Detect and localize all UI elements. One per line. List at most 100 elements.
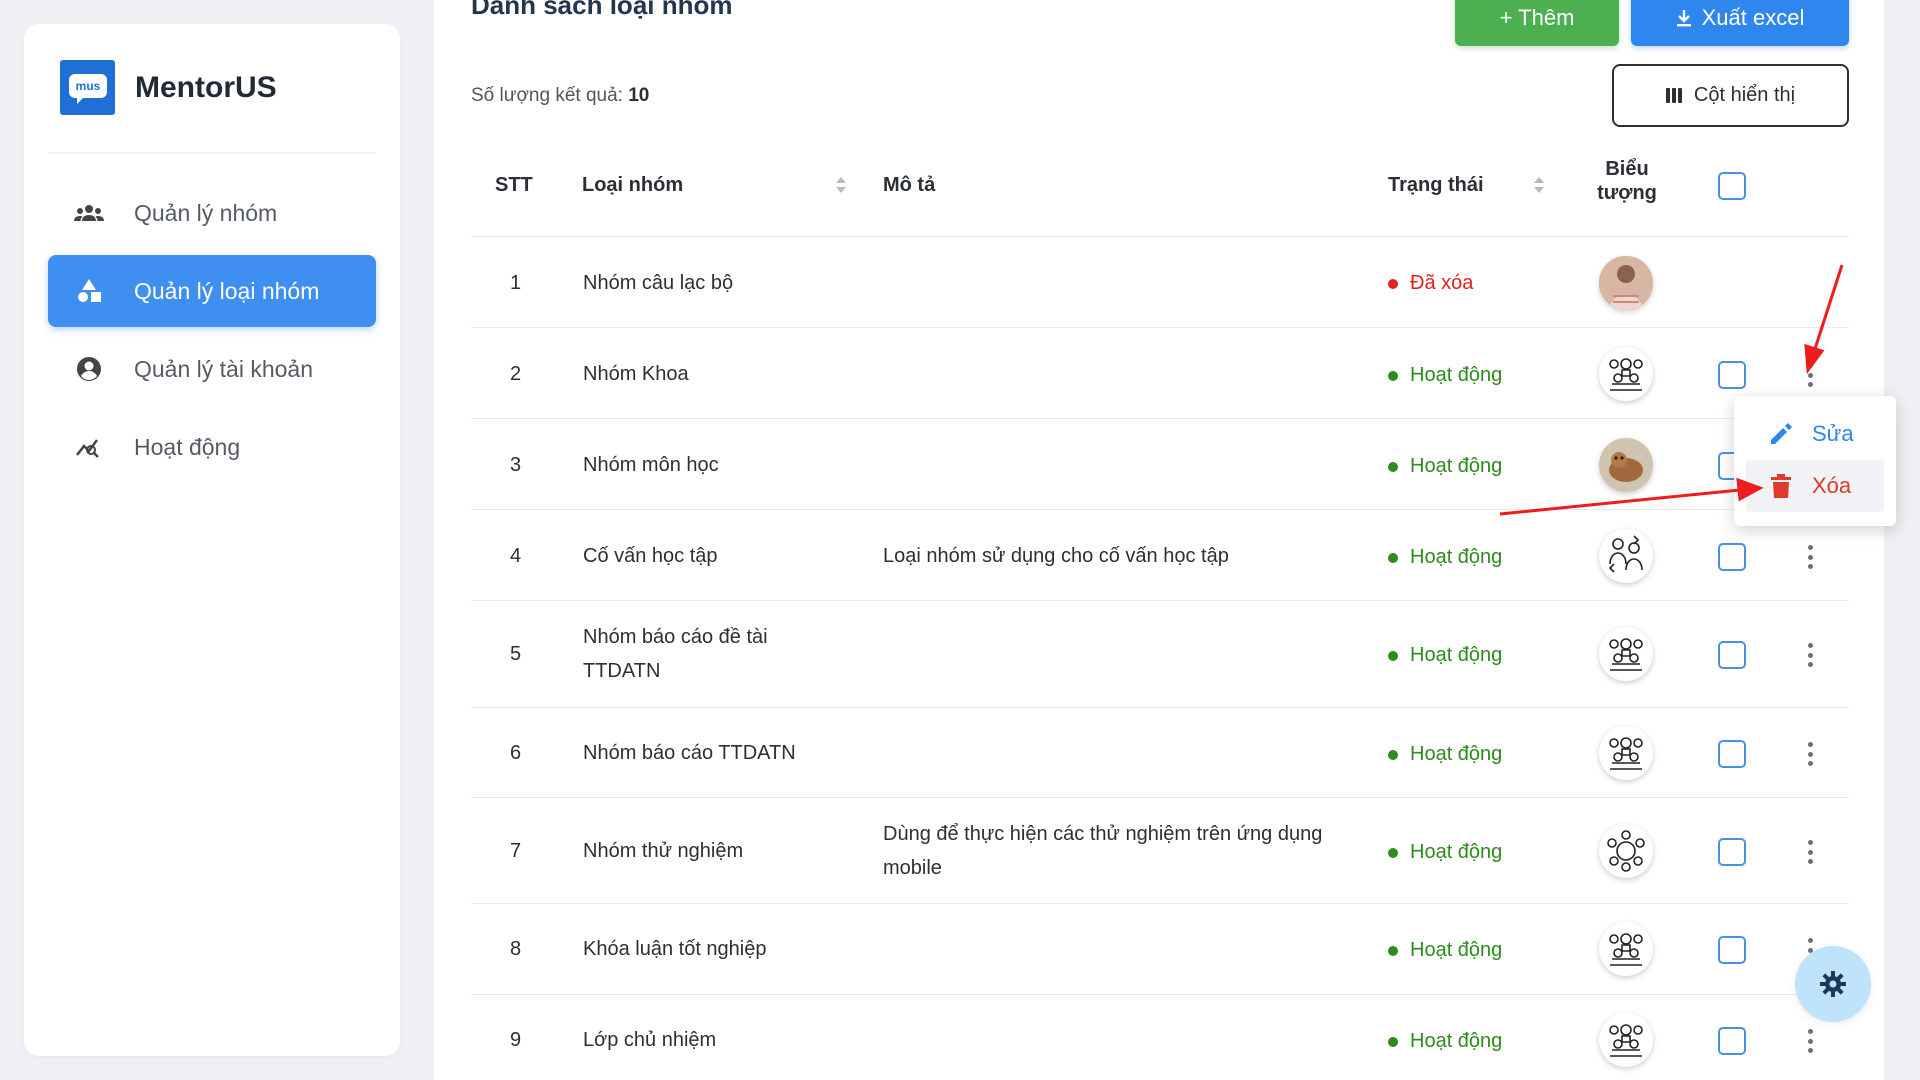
divider	[471, 509, 1849, 510]
divider	[471, 327, 1849, 328]
column-header-icon-line2: tượng	[1597, 182, 1657, 204]
status-text: Đã xóa	[1410, 272, 1474, 294]
mentorus-logo-icon: mus	[60, 60, 115, 115]
row-stt: 4	[510, 545, 522, 567]
edit-menu-item[interactable]: Sửa	[1746, 408, 1884, 460]
trash-icon	[1766, 471, 1796, 501]
column-header-icon-line1: Biểu	[1605, 158, 1649, 180]
sidebar-item-label: Hoạt động	[134, 433, 241, 460]
status-badge: Hoạt động	[1388, 455, 1502, 478]
row-description: Loại nhóm sử dụng cho cố vấn học tập	[883, 545, 1229, 567]
sidebar-item-label: Quản lý nhóm	[134, 199, 278, 226]
photo-avatar-icon	[1599, 438, 1653, 492]
photo-avatar-icon	[1599, 256, 1653, 310]
column-header-type[interactable]: Loại nhóm	[582, 174, 683, 197]
category-icon	[72, 274, 106, 308]
sort-icon[interactable]	[836, 176, 846, 194]
sidebar-item-account-management[interactable]: Quản lý tài khoản	[48, 333, 376, 405]
divider	[471, 797, 1849, 798]
column-header-icon: Biểu tượng	[1594, 157, 1660, 205]
column-header-status[interactable]: Trạng thái	[1388, 174, 1484, 197]
settings-fab-button[interactable]	[1795, 946, 1871, 1022]
column-header-stt: STT	[495, 174, 533, 196]
group-people-icon	[1599, 922, 1653, 976]
row-stt: 8	[510, 938, 522, 960]
status-text: Hoạt động	[1410, 455, 1503, 477]
export-label: Xuất excel	[1701, 5, 1805, 30]
more-vert-icon[interactable]	[1807, 545, 1813, 569]
divider	[471, 418, 1849, 419]
page-title: Danh sách loại nhóm	[471, 0, 733, 20]
select-all-checkbox[interactable]	[1718, 172, 1746, 200]
more-vert-icon[interactable]	[1807, 643, 1813, 667]
row-action-menu: Sửa Xóa	[1734, 396, 1896, 526]
row-type: Lớp chủ nhiệm	[583, 1029, 717, 1051]
team-circle-icon	[1599, 824, 1653, 878]
row-checkbox[interactable]	[1718, 838, 1746, 866]
status-text: Hoạt động	[1410, 1030, 1503, 1052]
gear-icon	[1819, 970, 1847, 998]
row-checkbox[interactable]	[1718, 936, 1746, 964]
more-vert-icon[interactable]	[1807, 1029, 1813, 1053]
divider	[471, 994, 1849, 995]
delete-label: Xóa	[1812, 473, 1852, 498]
row-checkbox[interactable]	[1718, 641, 1746, 669]
row-stt: 6	[510, 742, 522, 764]
row-type: Nhóm báo cáo đề tài TTDATN	[583, 626, 768, 682]
row-checkbox[interactable]	[1718, 361, 1746, 389]
status-text: Hoạt động	[1410, 644, 1503, 666]
brand[interactable]: mus MentorUS	[60, 60, 277, 115]
status-text: Hoạt động	[1410, 841, 1503, 863]
status-badge: Hoạt động	[1388, 939, 1502, 962]
group-people-icon	[1599, 347, 1653, 401]
divider	[471, 707, 1849, 708]
result-count-value: 10	[628, 85, 650, 106]
row-type: Nhóm báo cáo TTDATN	[583, 742, 796, 764]
status-text: Hoạt động	[1410, 364, 1503, 386]
row-type: Nhóm Khoa	[583, 363, 689, 385]
download-icon	[1676, 9, 1692, 27]
status-badge: Đã xóa	[1388, 272, 1473, 295]
sort-icon[interactable]	[1534, 176, 1544, 194]
column-visibility-button[interactable]: Cột hiển thị	[1612, 64, 1849, 127]
row-checkbox[interactable]	[1718, 1027, 1746, 1055]
add-button[interactable]: + Thêm	[1455, 0, 1619, 46]
status-badge: Hoạt động	[1388, 364, 1502, 387]
status-text: Hoạt động	[1410, 546, 1503, 568]
mentor-people-icon	[1599, 529, 1653, 583]
divider	[48, 152, 376, 154]
row-type: Nhóm câu lạc bộ	[583, 272, 734, 294]
row-description: Dùng để thực hiện các thử nghiệm trên ứn…	[883, 823, 1323, 879]
row-checkbox[interactable]	[1718, 740, 1746, 768]
group-people-icon	[1599, 627, 1653, 681]
status-badge: Hoạt động	[1388, 841, 1502, 864]
sidebar-item-label: Quản lý loại nhóm	[134, 277, 320, 304]
row-checkbox[interactable]	[1718, 543, 1746, 571]
more-vert-icon[interactable]	[1807, 840, 1813, 864]
export-excel-button[interactable]: Xuất excel	[1631, 0, 1849, 46]
delete-menu-item[interactable]: Xóa	[1746, 460, 1884, 512]
sidebar-item-label: Quản lý tài khoản	[134, 355, 314, 382]
status-text: Hoạt động	[1410, 743, 1503, 765]
sidebar-item-group-type-management[interactable]: Quản lý loại nhóm	[48, 255, 376, 327]
row-stt: 7	[510, 840, 522, 862]
divider	[471, 600, 1849, 601]
more-vert-icon[interactable]	[1807, 363, 1813, 387]
row-stt: 1	[510, 272, 522, 294]
group-people-icon	[1599, 1013, 1653, 1067]
row-stt: 3	[510, 454, 522, 476]
main-panel: Danh sách loại nhóm + Thêm Xuất excel Số…	[434, 0, 1884, 1080]
brand-name: MentorUS	[135, 70, 277, 104]
row-type: Nhóm môn học	[583, 454, 719, 476]
row-type: Cố vấn học tập	[583, 545, 718, 567]
pencil-icon	[1766, 419, 1796, 449]
result-count-label: Số lượng kết quả:	[471, 85, 623, 106]
sidebar-item-activity[interactable]: Hoạt động	[48, 411, 376, 483]
row-stt: 9	[510, 1029, 522, 1051]
column-header-description: Mô tả	[883, 174, 936, 196]
result-count: Số lượng kết quả: 10	[471, 85, 649, 107]
sidebar-item-group-management[interactable]: Quản lý nhóm	[48, 177, 376, 249]
more-vert-icon[interactable]	[1807, 742, 1813, 766]
row-type: Nhóm thử nghiệm	[583, 840, 744, 862]
row-stt: 5	[510, 643, 522, 665]
